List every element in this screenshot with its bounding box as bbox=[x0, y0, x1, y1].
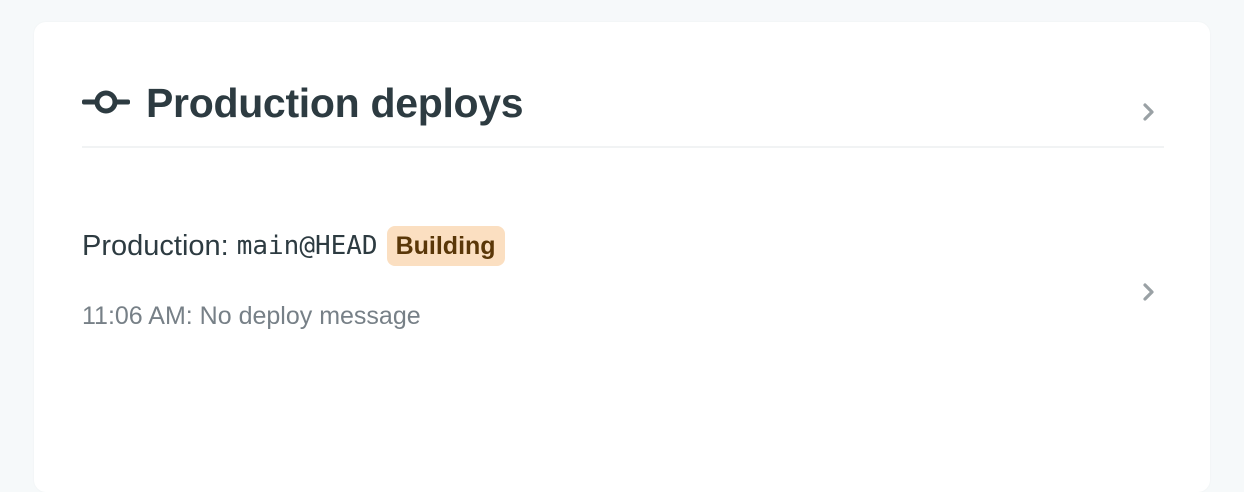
deploy-list-item[interactable]: Production: main@HEAD Building 11:06 AM:… bbox=[82, 218, 1164, 330]
deploy-message: No deploy message bbox=[199, 302, 421, 330]
production-deploys-card: Production deploys Production: main@HEAD… bbox=[34, 22, 1210, 492]
status-badge: Building bbox=[386, 226, 505, 266]
git-commit-icon bbox=[82, 89, 130, 115]
chevron-right-icon[interactable] bbox=[1142, 102, 1156, 122]
deploy-title: Production: main@HEAD Building bbox=[82, 226, 505, 266]
deploy-context-label: Production: bbox=[82, 230, 229, 262]
card-title: Production deploys bbox=[146, 80, 524, 126]
card-header-link[interactable]: Production deploys bbox=[82, 78, 1164, 148]
chevron-right-icon[interactable] bbox=[1142, 282, 1156, 302]
deploy-branch-ref: main@HEAD bbox=[236, 231, 378, 261]
deploy-time: 11:06 AM: bbox=[82, 302, 193, 330]
deploy-meta: 11:06 AM: No deploy message bbox=[82, 298, 421, 334]
